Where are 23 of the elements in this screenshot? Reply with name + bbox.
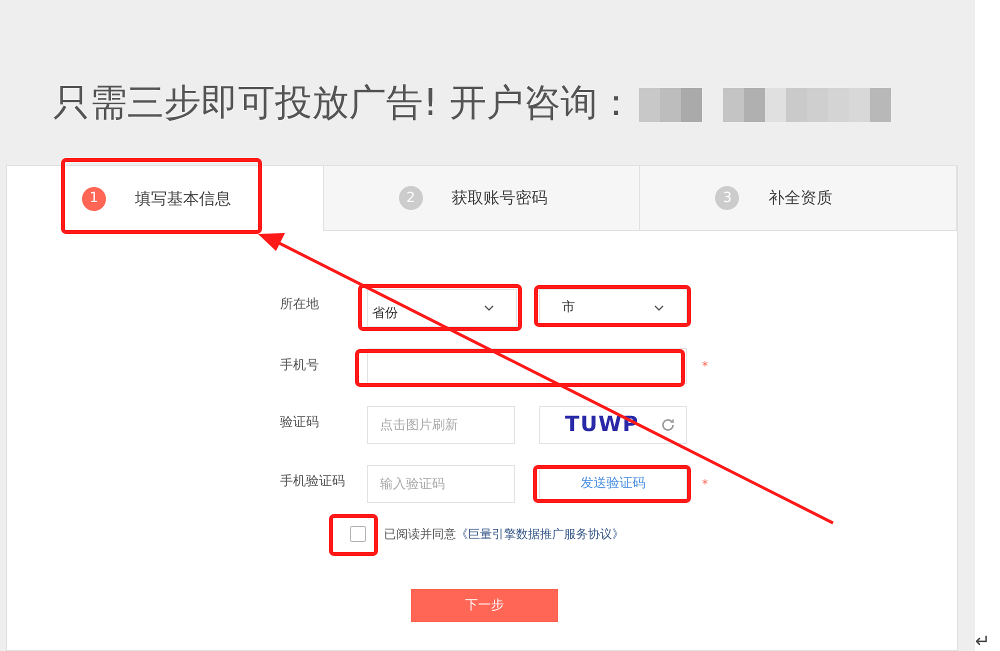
agreement-checkbox[interactable] bbox=[350, 526, 366, 542]
select-value: 省份 bbox=[372, 305, 398, 324]
agreement-text: 已阅读并同意《巨量引擎数据推广服务协议》 bbox=[384, 526, 624, 543]
chevron-icon bbox=[484, 305, 494, 311]
return-mark: ↵ bbox=[975, 630, 990, 651]
agreement-link[interactable]: 《巨量引擎数据推广服务协议》 bbox=[456, 527, 624, 541]
refresh-icon[interactable] bbox=[660, 417, 676, 433]
select-value: 市 bbox=[562, 299, 575, 318]
step-number: 1 bbox=[82, 186, 106, 210]
required-mark: * bbox=[702, 358, 708, 375]
headline: 只需三步即可投放广告! 开户咨询： bbox=[53, 80, 635, 126]
required-mark: * bbox=[702, 476, 708, 493]
field-label: 手机验证码 bbox=[280, 473, 346, 492]
field-label: 所在地 bbox=[280, 296, 320, 314]
field-label: 手机号 bbox=[280, 357, 320, 376]
captcha-image[interactable]: TUWP bbox=[539, 406, 687, 444]
field-label: 验证码 bbox=[280, 414, 320, 432]
annotation-box bbox=[329, 514, 378, 556]
province-select[interactable]: 省份 bbox=[367, 289, 517, 327]
chevron-icon bbox=[654, 305, 664, 311]
captcha-text: TUWP bbox=[565, 411, 639, 438]
sms-code-input[interactable]: 输入验证码 bbox=[367, 465, 515, 503]
captcha-input[interactable]: 点击图片刷新 bbox=[367, 406, 515, 444]
